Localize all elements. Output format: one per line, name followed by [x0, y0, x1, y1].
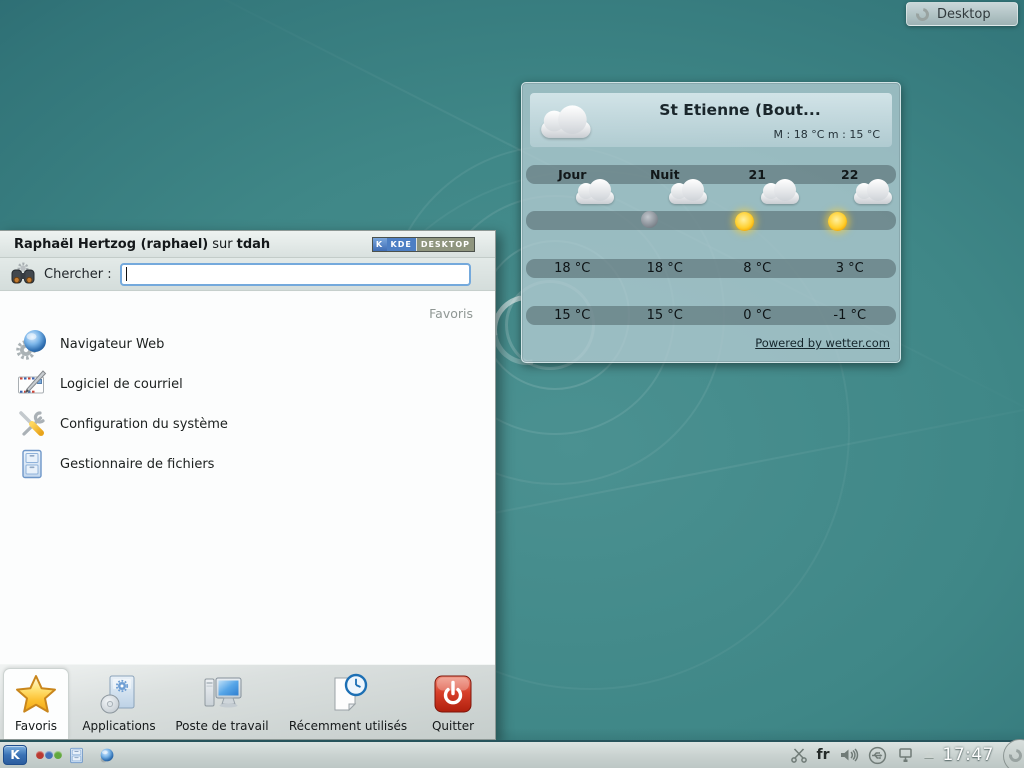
web-browser-launcher[interactable]: [98, 747, 115, 768]
kickoff-conjunction: sur: [212, 237, 232, 252]
kickoff-user: Raphaël Hertzog (raphael): [14, 237, 208, 252]
tab-recently-used[interactable]: Récemment utilisés: [280, 668, 416, 739]
desktop-toolbox[interactable]: Desktop: [906, 2, 1018, 26]
tab-label: Poste de travail: [175, 719, 268, 733]
kde-logo-icon: K: [373, 238, 387, 251]
weather-credit-link[interactable]: Powered by wetter.com: [755, 336, 890, 350]
kickoff-search-row: Chercher :: [0, 258, 495, 291]
desktop-toolbox-label: Desktop: [937, 7, 991, 22]
keyboard-layout-indicator[interactable]: fr: [817, 747, 830, 763]
night-temp: 15 °C: [619, 306, 712, 325]
klipper-scissors-icon[interactable]: [790, 746, 808, 764]
weather-night-temps-row: 15 °C 15 °C 0 °C -1 °C: [526, 306, 896, 325]
blue-dot-icon: [45, 751, 53, 759]
tray-expander-arrow[interactable]: [924, 752, 934, 758]
badge-kde-text: KDE: [387, 238, 416, 251]
usb-device-notifier-icon[interactable]: [868, 746, 887, 765]
tab-computer[interactable]: Poste de travail: [166, 668, 278, 739]
day-temp: 3 °C: [804, 259, 897, 278]
system-tray: fr: [790, 742, 995, 768]
document-clock-icon: [326, 672, 370, 716]
web-browser-icon: [16, 328, 48, 360]
menu-item-label: Configuration du système: [60, 417, 228, 432]
star-icon: [14, 672, 58, 716]
tab-favorites[interactable]: Favoris: [3, 668, 69, 739]
weather-location-title: St Etienne (Bout...: [596, 101, 884, 119]
power-icon: [431, 672, 475, 716]
tab-leave[interactable]: Quitter: [418, 668, 488, 739]
volume-icon[interactable]: [839, 746, 859, 764]
weather-condition-row: [526, 211, 896, 230]
day-temp: 18 °C: [619, 259, 712, 278]
mail-client-icon: [16, 368, 48, 400]
search-binoculars-icon: [10, 261, 36, 287]
menu-item-web-browser[interactable]: Navigateur Web: [10, 324, 430, 364]
cloudy-weather-icon: [536, 95, 604, 147]
tab-label: Favoris: [15, 719, 57, 733]
kickoff-favorites-view: Favoris Navigateur Web: [0, 292, 495, 664]
menu-item-label: Logiciel de courriel: [60, 377, 183, 392]
red-dot-icon: [36, 751, 44, 759]
network-monitor-icon[interactable]: [896, 746, 915, 764]
tab-label: Récemment utilisés: [289, 719, 407, 733]
text-caret: [126, 267, 127, 281]
kickoff-hostname: tdah: [237, 237, 271, 252]
weather-column-headers: Jour Nuit 21 22: [526, 165, 896, 184]
menu-item-file-manager[interactable]: Gestionnaire de fichiers: [10, 444, 430, 484]
web-browser-icon: [98, 747, 115, 764]
digital-clock[interactable]: 17:47: [943, 745, 995, 765]
day-temp: 8 °C: [711, 259, 804, 278]
kickoff-header: Raphaël Hertzog (raphael) sur tdah K KDE…: [0, 231, 495, 258]
weather-widget: St Etienne (Bout... M : 18 °C m : 15 °C …: [521, 82, 901, 363]
kickoff-launcher-button[interactable]: K: [3, 745, 27, 765]
kickoff-menu: Raphaël Hertzog (raphael) sur tdah K KDE…: [0, 230, 496, 740]
night-temp: -1 °C: [804, 306, 897, 325]
kickoff-tab-bar: Favoris Applications: [0, 664, 495, 739]
weather-header: St Etienne (Bout... M : 18 °C m : 15 °C: [530, 93, 892, 147]
file-manager-icon: [16, 448, 48, 480]
weather-minmax: M : 18 °C m : 15 °C: [774, 128, 880, 141]
green-dot-icon: [54, 751, 62, 759]
computer-icon: [200, 672, 244, 716]
menu-item-label: Navigateur Web: [60, 337, 164, 352]
file-manager-launcher[interactable]: [68, 747, 85, 768]
kde-desktop-badge: K KDE DESKTOP: [372, 237, 476, 252]
system-settings-icon: [16, 408, 48, 440]
favorites-section-label: Favoris: [429, 306, 473, 321]
night-temp: 15 °C: [526, 306, 619, 325]
applications-box-icon: [97, 672, 141, 716]
tab-applications[interactable]: Applications: [74, 668, 164, 739]
kde-desktop-screen: Desktop St Etienne (Bout... M : 18 °C m …: [0, 0, 1024, 768]
plasma-cashew-icon: [913, 5, 931, 23]
weather-day-temps-row: 18 °C 18 °C 8 °C 3 °C: [526, 259, 896, 278]
activity-dots-icon[interactable]: [36, 751, 63, 759]
tab-label: Quitter: [432, 719, 474, 733]
badge-desktop-text: DESKTOP: [416, 238, 474, 251]
day-temp: 18 °C: [526, 259, 619, 278]
file-manager-icon: [68, 747, 85, 764]
tab-label: Applications: [82, 719, 155, 733]
search-input[interactable]: [120, 263, 471, 286]
panel-toolbox-cashew[interactable]: [1003, 739, 1024, 768]
menu-item-system-settings[interactable]: Configuration du système: [10, 404, 430, 444]
bottom-panel: K: [0, 740, 1024, 768]
menu-item-mail-client[interactable]: Logiciel de courriel: [10, 364, 430, 404]
kde-k-logo: K: [10, 748, 19, 762]
menu-item-label: Gestionnaire de fichiers: [60, 457, 214, 472]
night-temp: 0 °C: [711, 306, 804, 325]
plasma-cashew-icon: [1006, 746, 1024, 764]
search-label: Chercher :: [44, 267, 112, 282]
